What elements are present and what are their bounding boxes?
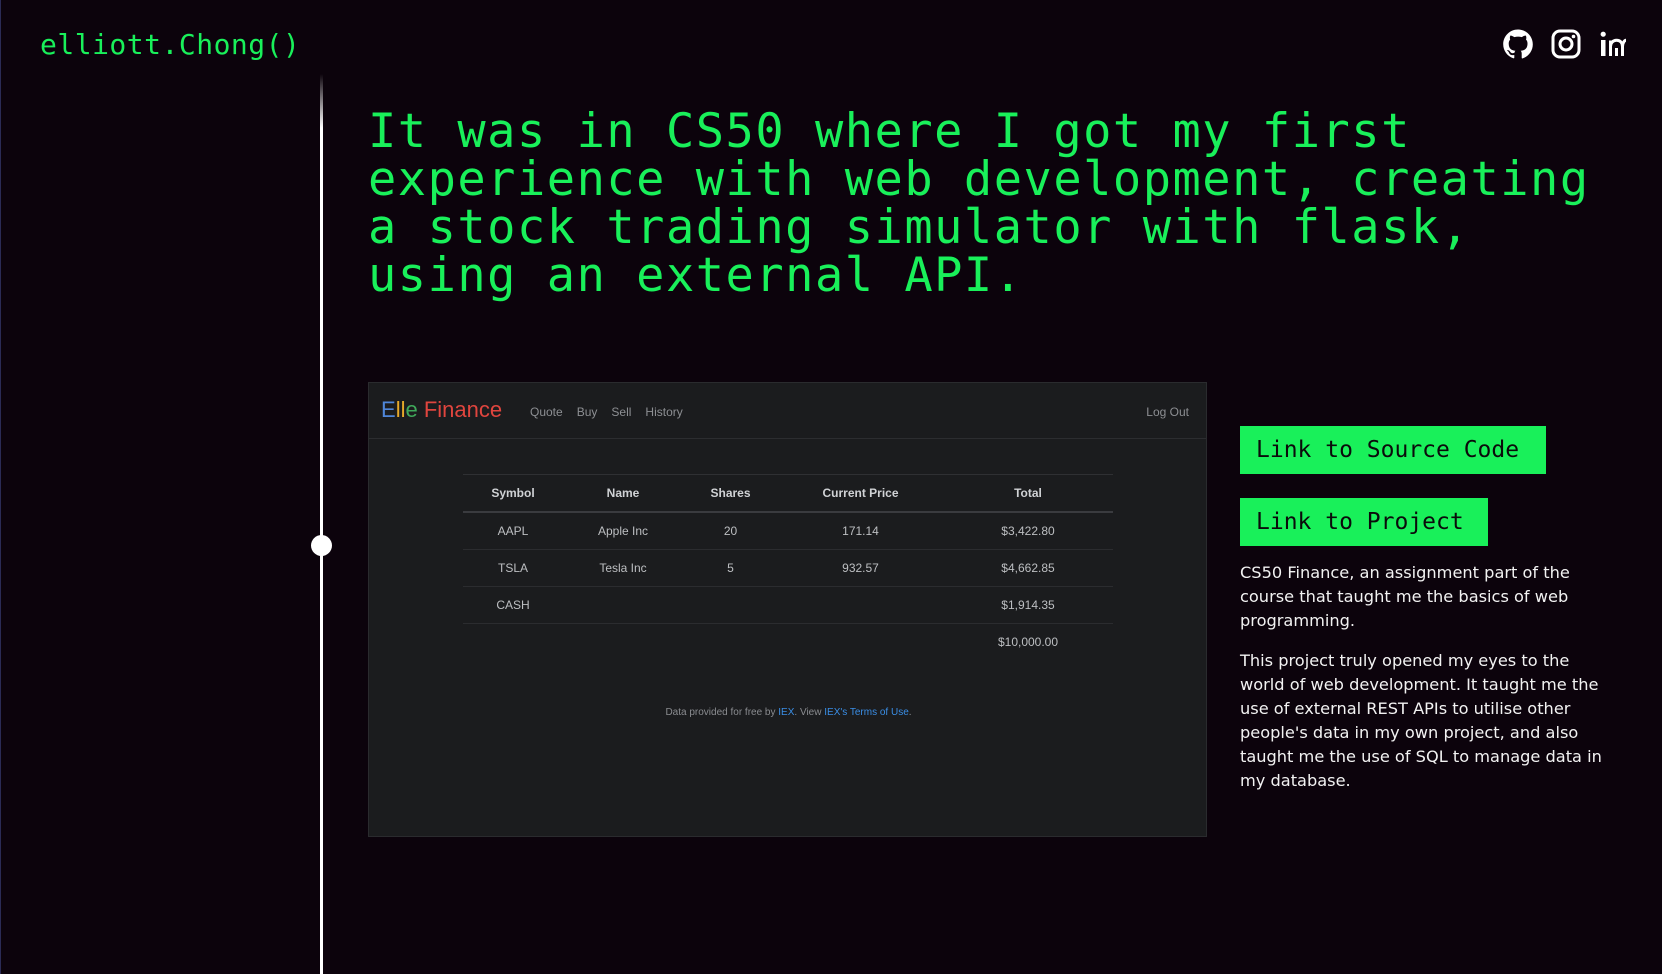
social-links (1502, 28, 1630, 60)
cell-total: $4,662.85 (943, 549, 1113, 587)
cell-total: $1,914.35 (943, 586, 1113, 624)
nav-sell: Sell (611, 405, 632, 419)
col-header-total: Total (943, 474, 1113, 513)
cell-name: Tesla Inc (563, 549, 683, 587)
brand-part-4: Finance (417, 397, 503, 422)
project-link-button[interactable]: Link to Project (1240, 498, 1488, 546)
github-icon[interactable] (1502, 28, 1534, 60)
cell-price: 171.14 (842, 524, 879, 538)
cell-symbol: AAPL (497, 524, 529, 538)
nav-buy: Buy (576, 405, 598, 419)
col-header-symbol: Symbol (463, 474, 563, 513)
timeline-marker (311, 535, 332, 556)
brand-part-3: e (405, 397, 418, 422)
project-description-detail: This project truly opened my eyes to the… (1240, 651, 1602, 790)
cell-shares: 20 (723, 524, 738, 538)
cell-shares: 5 (683, 549, 778, 587)
table-total-row: $10,000.00 (463, 623, 1113, 660)
cell-shares (683, 586, 778, 624)
portfolio-table: Symbol Name Shares Current Price Total A… (463, 474, 1113, 660)
screenshot-nav-links: Quote Buy Sell History (530, 405, 683, 419)
cell-name: Apple Inc (597, 524, 649, 538)
data-attribution: Data provided for free by IEX. View IEX'… (369, 707, 1208, 718)
screenshot-brand: Elle Finance (381, 397, 502, 423)
page-left-border (0, 0, 1, 974)
attribution-prefix: Data provided for free by (665, 707, 779, 718)
nav-history: History (645, 405, 683, 419)
screenshot-navbar: Elle Finance Quote Buy Sell History Log … (369, 383, 1206, 439)
project-screenshot: Elle Finance Quote Buy Sell History Log … (368, 382, 1207, 837)
instagram-icon[interactable] (1550, 28, 1582, 60)
project-description-summary: CS50 Finance, an assignment part of the … (1240, 563, 1570, 630)
table-row: AAPL Apple Inc 20 171.14 $3,422.80 (463, 512, 1113, 550)
grand-total: $10,000.00 (943, 623, 1113, 660)
cell-total: $3,422.80 (1001, 524, 1055, 538)
source-code-button[interactable]: Link to Source Code (1240, 426, 1546, 474)
brand-part-1: E (381, 397, 396, 422)
iex-terms-link: IEX's Terms of Use (824, 707, 909, 718)
table-row: CASH $1,914.35 (463, 586, 1113, 624)
attribution-middle: . View (794, 707, 825, 718)
cell-symbol: CASH (463, 586, 563, 624)
cell-name (563, 586, 683, 624)
project-headline: It was in CS50 where I got my first expe… (368, 104, 1590, 303)
brand-part-2: ll (395, 397, 406, 422)
linkedin-icon[interactable] (1598, 28, 1630, 60)
iex-link: IEX (778, 707, 795, 718)
cell-symbol: TSLA (463, 549, 563, 587)
timeline-line (320, 74, 323, 974)
site-logo[interactable]: elliott.Chong() (40, 28, 300, 61)
col-header-shares: Shares (683, 474, 778, 513)
nav-quote: Quote (530, 405, 563, 419)
nav-logout: Log Out (1146, 405, 1189, 419)
attribution-suffix: . (908, 707, 912, 718)
cell-price (778, 586, 943, 624)
table-row: TSLA Tesla Inc 5 932.57 $4,662.85 (463, 549, 1113, 587)
col-header-price: Current Price (778, 474, 943, 513)
table-header-row: Symbol Name Shares Current Price Total (463, 474, 1113, 513)
col-header-name: Name (563, 474, 683, 513)
cell-price: 932.57 (778, 549, 943, 587)
